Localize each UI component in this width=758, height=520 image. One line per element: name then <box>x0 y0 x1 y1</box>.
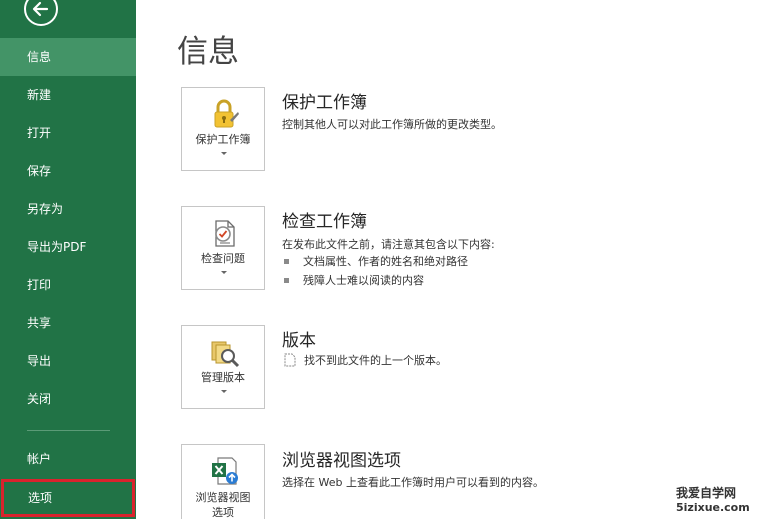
inspect-bullet-text: 文档属性、作者的姓名和绝对路径 <box>303 255 468 268</box>
nav-separator <box>27 430 110 431</box>
versions-note-row: 找不到此文件的上一个版本。 <box>284 353 447 369</box>
dropdown-caret-icon <box>221 152 227 155</box>
protect-workbook-button[interactable]: 保护工作簿 <box>181 87 265 171</box>
nav-item-print[interactable]: 打印 <box>0 266 136 304</box>
back-arrow-icon <box>32 1 49 17</box>
dropdown-caret-icon <box>221 390 227 393</box>
check-issues-label: 检查问题 <box>201 252 245 265</box>
nav-item-info[interactable]: 信息 <box>0 38 136 76</box>
protect-workbook-label: 保护工作簿 <box>195 133 251 146</box>
inspect-bullet-text: 残障人士难以阅读的内容 <box>303 274 424 287</box>
lock-icon <box>214 99 239 128</box>
manage-versions-button[interactable]: 管理版本 <box>181 325 265 409</box>
bullet-square-icon <box>284 277 289 283</box>
browser-view-section-description: 选择在 Web 上查看此工作簿时用户可以看到的内容。 <box>282 476 544 489</box>
excel-web-icon <box>212 457 238 485</box>
inspect-bullet: 文档属性、作者的姓名和绝对路径 <box>284 254 468 270</box>
backstage-sidebar: 信息 新建 打开 保存 另存为 导出为PDF 打印 共享 导出 关闭 帐户 选项 <box>0 0 136 519</box>
nav-item-account[interactable]: 帐户 <box>0 440 136 478</box>
protect-section-description: 控制其他人可以对此工作簿所做的更改类型。 <box>282 118 502 131</box>
nav-item-open[interactable]: 打开 <box>0 114 136 152</box>
browser-view-section-title: 浏览器视图选项 <box>282 451 401 471</box>
protect-section-title: 保护工作簿 <box>282 93 367 113</box>
nav-item-share[interactable]: 共享 <box>0 304 136 342</box>
document-icon <box>284 353 296 367</box>
nav-item-options[interactable]: 选项 <box>1 479 135 517</box>
dropdown-caret-icon <box>221 271 227 274</box>
nav-item-export[interactable]: 导出 <box>0 342 136 380</box>
watermark-url: 5izixue.com <box>676 501 750 514</box>
versions-note-text: 找不到此文件的上一个版本。 <box>304 354 447 367</box>
page-title: 信息 <box>177 34 239 70</box>
watermark-text: 我爱自学网 <box>676 486 737 500</box>
inspect-section-title: 检查工作簿 <box>282 212 367 232</box>
browser-view-label-line2: 选项 <box>212 506 234 519</box>
browser-view-options-label: 浏览器视图 选项 <box>182 490 264 520</box>
bullet-square-icon <box>284 258 289 264</box>
nav-item-new[interactable]: 新建 <box>0 76 136 114</box>
nav-item-close[interactable]: 关闭 <box>0 380 136 418</box>
check-issues-button[interactable]: 检查问题 <box>181 206 265 290</box>
browser-view-label-line1: 浏览器视图 <box>195 491 251 504</box>
nav-item-save[interactable]: 保存 <box>0 152 136 190</box>
back-button[interactable] <box>24 0 58 26</box>
inspect-section-description: 在发布此文件之前，请注意其包含以下内容: <box>282 238 495 251</box>
nav-item-export-pdf[interactable]: 导出为PDF <box>0 228 136 266</box>
inspect-bullet: 残障人士难以阅读的内容 <box>284 273 424 289</box>
versions-icon <box>211 341 240 368</box>
versions-section-title: 版本 <box>282 331 316 351</box>
browser-view-options-button[interactable]: 浏览器视图 选项 <box>181 444 265 519</box>
manage-versions-label: 管理版本 <box>201 371 245 384</box>
inspect-icon <box>215 220 235 247</box>
nav-item-save-as[interactable]: 另存为 <box>0 190 136 228</box>
